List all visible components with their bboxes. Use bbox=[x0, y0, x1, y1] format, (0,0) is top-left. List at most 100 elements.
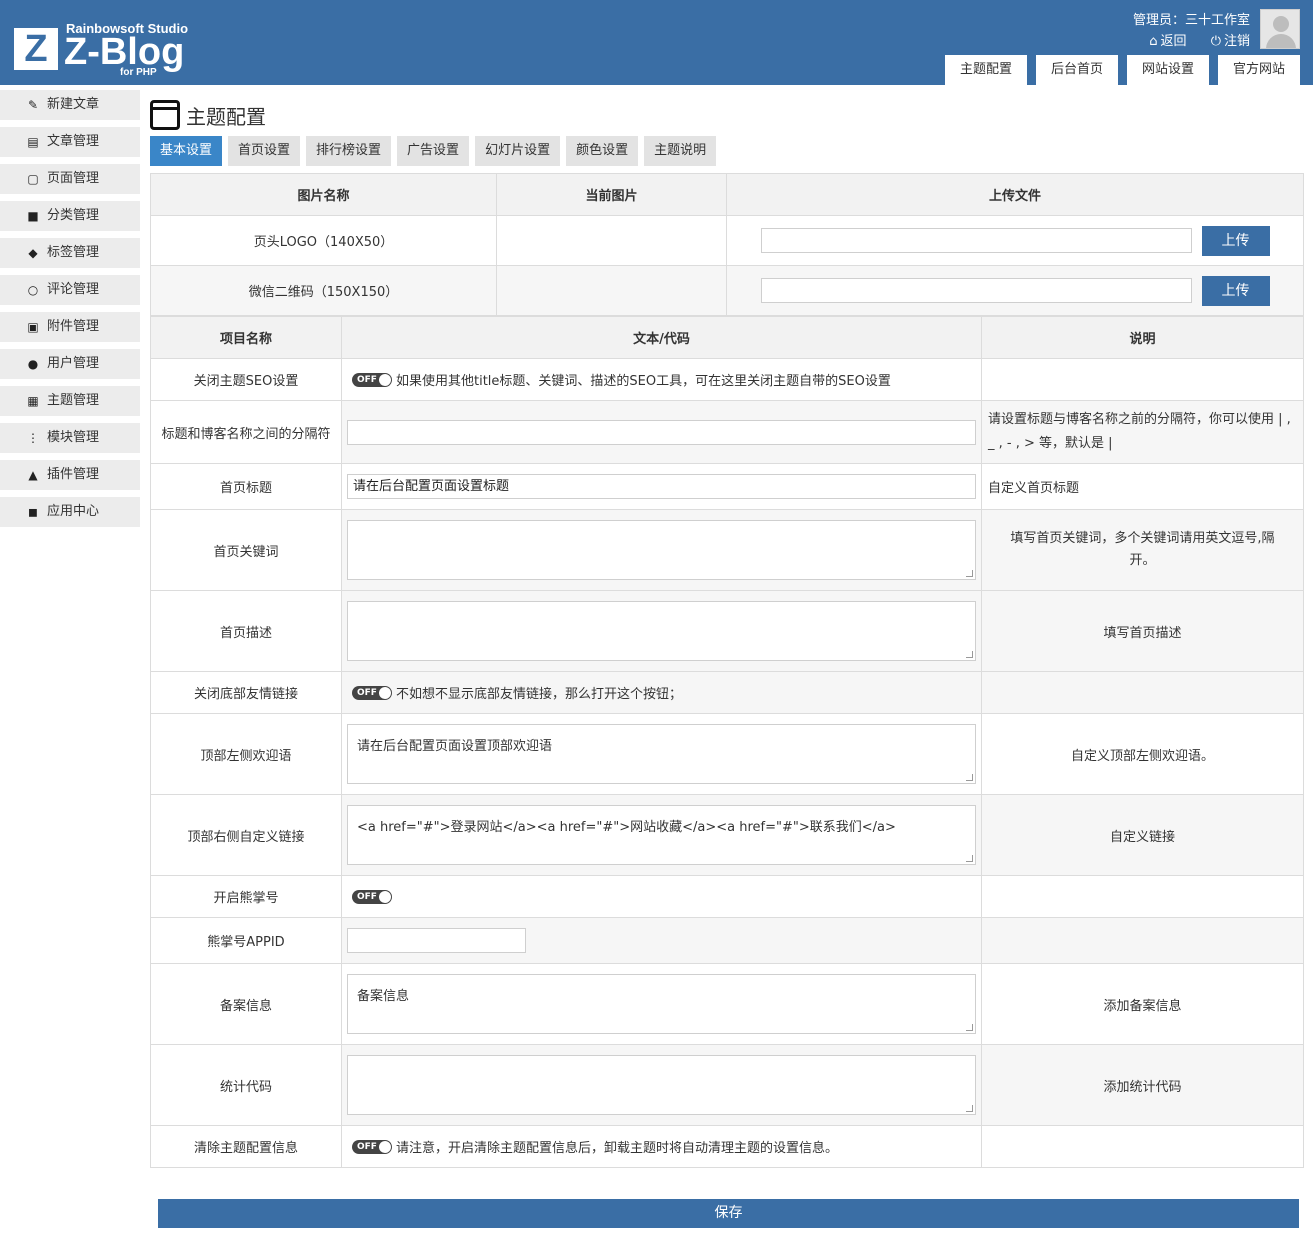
table-row: 首页关键词 填写首页关键词，多个关键词请用英文逗号,隔开。 bbox=[150, 509, 1304, 591]
top-tab-theme-config[interactable]: 主题配置 bbox=[944, 55, 1027, 85]
folder-icon: ■ bbox=[27, 209, 39, 223]
desc-cell bbox=[981, 671, 1304, 714]
home-keywords-textarea[interactable] bbox=[347, 520, 976, 580]
top-tab-site-settings[interactable]: 网站设置 bbox=[1126, 55, 1209, 85]
welcome-textarea[interactable]: 请在后台配置页面设置顶部欢迎语 bbox=[347, 724, 976, 784]
item-name: 首页关键词 bbox=[150, 509, 342, 591]
qrcode-file-input[interactable] bbox=[760, 278, 1192, 303]
sidebar-item-attachment-manage[interactable]: ▣ 附件管理 bbox=[0, 312, 140, 342]
toggle-state: OFF bbox=[357, 374, 377, 385]
seo-off-toggle[interactable]: OFF bbox=[352, 372, 392, 387]
sidebar-item-user-manage[interactable]: ● 用户管理 bbox=[0, 349, 140, 379]
sidebar-item-label: 主题管理 bbox=[47, 393, 100, 408]
header: Z Rainbowsoft Studio Z-Blog for PHP 管理员：… bbox=[0, 0, 1313, 85]
desc-cell bbox=[981, 875, 1304, 918]
table-row: 统计代码 添加统计代码 bbox=[150, 1044, 1304, 1126]
sidebar-item-label: 应用中心 bbox=[47, 504, 100, 519]
separator-input[interactable] bbox=[347, 419, 976, 445]
sidebar-item-plugin-manage[interactable]: ▲ 插件管理 bbox=[0, 460, 140, 490]
attachment-icon: ▣ bbox=[27, 320, 39, 334]
desc-cell: 请设置标题与博客名称之前的分隔符，你可以使用 | , _ , - , > 等，默… bbox=[981, 400, 1304, 464]
power-icon: ⏻ bbox=[1210, 34, 1221, 49]
save-button[interactable]: 保存 bbox=[158, 1199, 1299, 1228]
clear-config-toggle[interactable]: OFF bbox=[352, 1139, 392, 1154]
avatar[interactable] bbox=[1260, 9, 1300, 49]
top-tab-admin-home[interactable]: 后台首页 bbox=[1035, 55, 1118, 85]
code-cell: <a href="#">登录网站</a><a href="#">网站收藏</a>… bbox=[341, 794, 982, 876]
custom-links-textarea[interactable]: <a href="#">登录网站</a><a href="#">网站收藏</a>… bbox=[347, 805, 976, 865]
config-table: 项目名称 文本/代码 说明 关闭主题SEO设置 OFF 如果使用其他title标题… bbox=[150, 316, 1304, 1168]
app-center-icon: ◼ bbox=[28, 505, 38, 519]
back-link[interactable]: ⌂ 返回 bbox=[1149, 34, 1186, 49]
item-name: 统计代码 bbox=[150, 1044, 342, 1126]
desc-cell: 填写首页关键词，多个关键词请用英文逗号,隔开。 bbox=[981, 509, 1304, 591]
top-tab-official-site[interactable]: 官方网站 bbox=[1217, 55, 1300, 85]
home-description-textarea[interactable] bbox=[347, 601, 976, 661]
item-name: 清除主题配置信息 bbox=[150, 1125, 342, 1168]
code-cell: OFF bbox=[341, 875, 982, 918]
stats-code-textarea[interactable] bbox=[347, 1055, 976, 1115]
table-row: 顶部左侧欢迎语 请在后台配置页面设置顶部欢迎语 自定义顶部左侧欢迎语。 bbox=[150, 713, 1304, 795]
top-tabs: 主题配置 后台首页 网站设置 官方网站 bbox=[936, 55, 1300, 85]
desc-cell bbox=[981, 1125, 1304, 1168]
logout-link[interactable]: ⏻ 注销 bbox=[1211, 34, 1250, 49]
desc-cell bbox=[981, 917, 1304, 964]
sidebar-item-label: 用户管理 bbox=[47, 356, 100, 371]
home-title-input[interactable]: 请在后台配置页面设置标题 bbox=[347, 474, 976, 499]
sidebar-item-category-manage[interactable]: ■ 分类管理 bbox=[0, 201, 140, 231]
tab-theme-info[interactable]: 主题说明 bbox=[644, 136, 717, 166]
item-name: 关闭主题SEO设置 bbox=[150, 358, 342, 401]
page-title: 主题配置 bbox=[150, 98, 1303, 132]
avatar-body bbox=[1266, 34, 1296, 48]
code-cell bbox=[341, 509, 982, 591]
toggle-description: 不如想不显示底部友情链接，那么打开这个按钮； bbox=[396, 687, 683, 702]
image-upload-table: 图片名称 当前图片 上传文件 页头LOGO（140X50） 上传 微信二维码（1… bbox=[150, 173, 1304, 316]
appid-input[interactable] bbox=[347, 928, 526, 953]
user-icon: ● bbox=[27, 357, 39, 371]
main-content: 主题配置 基本设置 首页设置 排行榜设置 广告设置 幻灯片设置 颜色设置 主题说… bbox=[150, 98, 1304, 1168]
code-cell: OFF 请注意，开启清除主题配置信息后，卸载主题时将自动清理主题的设置信息。 bbox=[341, 1125, 982, 1168]
upload-cell: 上传 bbox=[726, 215, 1304, 266]
logout-label: 注销 bbox=[1223, 34, 1250, 49]
code-cell: OFF 如果使用其他title标题、关键词、描述的SEO工具，可在这里关闭主题自带… bbox=[341, 358, 982, 401]
code-cell: 请在后台配置页面设置顶部欢迎语 bbox=[341, 713, 982, 795]
icp-info-textarea[interactable]: 备案信息 bbox=[347, 974, 976, 1034]
tab-slide-settings[interactable]: 幻灯片设置 bbox=[475, 136, 561, 166]
sidebar-item-article-manage[interactable]: ▤ 文章管理 bbox=[0, 127, 140, 157]
tab-ranking-settings[interactable]: 排行榜设置 bbox=[306, 136, 392, 166]
sidebar-item-label: 评论管理 bbox=[47, 282, 100, 297]
sidebar-item-tag-manage[interactable]: ◆ 标签管理 bbox=[0, 238, 140, 268]
toggle-state: OFF bbox=[357, 1141, 377, 1152]
sidebar-item-label: 分类管理 bbox=[47, 208, 100, 223]
sidebar-item-app-center[interactable]: ◼ 应用中心 bbox=[0, 497, 140, 527]
sidebar-item-theme-manage[interactable]: ▦ 主题管理 bbox=[0, 386, 140, 416]
image-name-cell: 页头LOGO（140X50） bbox=[150, 215, 497, 266]
table-row: 页头LOGO（140X50） 上传 bbox=[150, 215, 1304, 266]
logo-z-mark: Z bbox=[14, 28, 58, 70]
sidebar-item-comment-manage[interactable]: ○ 评论管理 bbox=[0, 275, 140, 305]
qrcode-upload-button[interactable]: 上传 bbox=[1201, 275, 1270, 306]
column-header: 说明 bbox=[981, 316, 1304, 359]
settings-tabs: 基本设置 首页设置 排行榜设置 广告设置 幻灯片设置 颜色设置 主题说明 bbox=[150, 136, 1303, 166]
sidebar-item-page-manage[interactable]: ▢ 页面管理 bbox=[0, 164, 140, 194]
code-cell: 备案信息 bbox=[341, 963, 982, 1045]
toggle-state: OFF bbox=[357, 687, 377, 698]
comment-icon: ○ bbox=[27, 283, 39, 297]
desc-cell: 自定义顶部左侧欢迎语。 bbox=[981, 713, 1304, 795]
friend-links-off-toggle[interactable]: OFF bbox=[352, 685, 392, 700]
item-name: 关闭底部友情链接 bbox=[150, 671, 342, 714]
tab-home-settings[interactable]: 首页设置 bbox=[228, 136, 301, 166]
sidebar-item-new-article[interactable]: ✎ 新建文章 bbox=[0, 90, 140, 120]
toggle-knob bbox=[379, 890, 391, 903]
desc-cell bbox=[981, 358, 1304, 401]
tab-ad-settings[interactable]: 广告设置 bbox=[397, 136, 470, 166]
logo-upload-button[interactable]: 上传 bbox=[1201, 225, 1270, 256]
tab-basic-settings[interactable]: 基本设置 bbox=[150, 136, 223, 166]
sidebar-item-module-manage[interactable]: ⋮ 模块管理 bbox=[0, 423, 140, 453]
logo-file-input[interactable] bbox=[760, 228, 1192, 253]
xiongzhang-toggle[interactable]: OFF bbox=[352, 889, 392, 904]
tab-color-settings[interactable]: 颜色设置 bbox=[566, 136, 639, 166]
sidebar-item-label: 新建文章 bbox=[47, 97, 100, 112]
item-name: 熊掌号APPID bbox=[150, 917, 342, 964]
tag-icon: ◆ bbox=[28, 246, 38, 260]
